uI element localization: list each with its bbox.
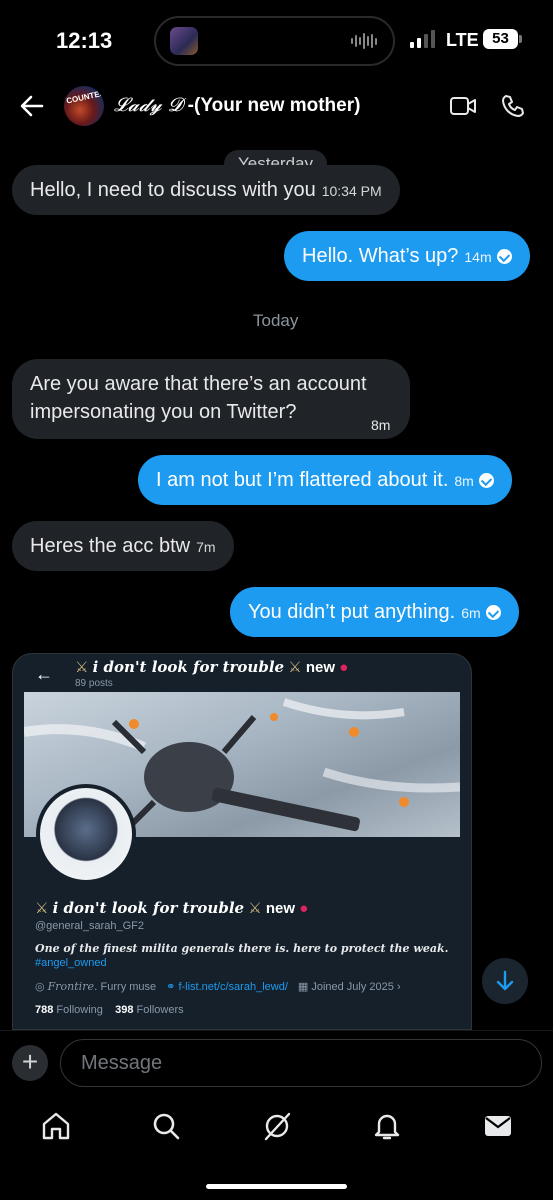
crossed-swords-icon: ⚔: [75, 659, 89, 676]
back-arrow-icon[interactable]: [18, 92, 46, 120]
profile-hashtag: #angel_owned: [35, 957, 107, 969]
profile-header-title: ⚔ 𝒊 𝒅𝒐𝒏'𝒕 𝒍𝒐𝒐𝒌 𝒇𝒐𝒓 𝒕𝒓𝒐𝒖𝒃𝒍𝒆 ⚔ new ●: [75, 658, 348, 676]
message-text: Hello. What’s up?: [302, 245, 459, 267]
message-outgoing[interactable]: You didn’t put anything. 6m: [230, 587, 519, 637]
dynamic-island: [154, 16, 395, 66]
message-text: Heres the acc btw: [30, 535, 191, 557]
message-time: 7m: [196, 539, 216, 555]
message-outgoing[interactable]: Hello. What’s up? 14m: [284, 231, 530, 281]
audio-wave-icon: [351, 33, 377, 49]
message-time: 10:34 PM: [321, 183, 382, 199]
profile-name-suffix: new: [305, 659, 336, 676]
date-divider-today: Today: [253, 311, 299, 330]
status-time: 12:13: [56, 28, 113, 53]
read-check-icon: [485, 605, 501, 620]
profile-joined: ▦ Joined July 2025 ›: [297, 981, 401, 993]
message-text: Hello, I need to discuss with you: [30, 179, 316, 201]
contact-name-rest: -(Your new mother): [182, 95, 361, 116]
contact-avatar[interactable]: COUNTESS: [64, 86, 104, 126]
home-icon[interactable]: [40, 1110, 72, 1142]
message-text-line2: impersonating you on Twitter?: [30, 401, 297, 423]
message-outgoing[interactable]: I am not but I’m flattered about it. 8m: [138, 455, 512, 505]
now-playing-thumbnail: [170, 27, 198, 55]
profile-avatar: [36, 784, 136, 884]
network-type: LTE: [446, 30, 479, 50]
profile-post-count: 89 posts: [75, 678, 113, 689]
chat-header: COUNTESS 𝓛𝓪𝓭𝔂 𝓓 -(Your new mother): [0, 84, 553, 132]
message-input[interactable]: [60, 1039, 542, 1087]
message-text: You didn’t put anything.: [248, 601, 456, 623]
profile-name-fancy: 𝒊 𝒅𝒐𝒏'𝒕 𝒍𝒐𝒐𝒌 𝒇𝒐𝒓 𝒕𝒓𝒐𝒖𝒃𝒍𝒆: [52, 899, 245, 917]
shared-image-message[interactable]: ← ⚔ 𝒊 𝒅𝒐𝒏'𝒕 𝒍𝒐𝒐𝒌 𝒇𝒐𝒓 𝒕𝒓𝒐𝒖𝒃𝒍𝒆 ⚔ new ● 89 …: [12, 653, 472, 1030]
grok-icon[interactable]: [261, 1110, 293, 1142]
message-incoming[interactable]: Are you aware that there’s an account im…: [12, 359, 410, 439]
message-incoming[interactable]: Hello, I need to discuss with you 10:34 P…: [12, 165, 400, 215]
battery-level: 53: [483, 29, 518, 49]
avatar-text: COUNTESS: [65, 87, 104, 106]
message-text: I am not but I’m flattered about it.: [156, 469, 449, 491]
profile-display-name: ⚔ 𝒊 𝒅𝒐𝒏'𝒕 𝒍𝒐𝒐𝒌 𝒇𝒐𝒓 𝒕𝒓𝒐𝒖𝒃𝒍𝒆 ⚔ new ●: [35, 899, 308, 917]
profile-name-suffix: new: [265, 900, 296, 917]
contact-name[interactable]: 𝓛𝓪𝓭𝔂 𝓓 -(Your new mother): [114, 94, 360, 117]
scroll-down-icon[interactable]: [482, 958, 528, 1004]
message-text-line1: Are you aware that there’s an account: [30, 373, 367, 395]
cellular-signal-icon: [410, 30, 435, 48]
bottom-navigation: [0, 1104, 553, 1154]
profile-location: ◎ Frontire. Furry muse: [35, 980, 157, 993]
profile-follow-counts: 788 Following 398 Followers: [35, 1004, 184, 1016]
plus-icon[interactable]: +: [12, 1045, 48, 1081]
pin-icon: ●: [339, 659, 349, 676]
messages-icon[interactable]: [482, 1110, 514, 1142]
message-time: 6m: [461, 605, 481, 621]
profile-link: ⚭ f-list.net/c/sarah_lewd/: [166, 981, 288, 993]
profile-meta-row: ◎ Frontire. Furry muse ⚭ f-list.net/c/sa…: [35, 980, 401, 993]
search-icon[interactable]: [150, 1110, 182, 1142]
message-incoming[interactable]: Heres the acc btw 7m: [12, 521, 234, 571]
message-time: 8m: [371, 417, 391, 433]
read-check-icon: [478, 473, 494, 488]
battery-icon: [519, 35, 522, 43]
message-time: 8m: [454, 473, 474, 489]
pin-icon: ●: [299, 900, 309, 917]
home-indicator[interactable]: [206, 1184, 347, 1189]
crossed-swords-icon: ⚔: [35, 900, 49, 917]
video-call-icon[interactable]: [449, 94, 477, 118]
profile-handle: @general_sarah_GF2: [35, 920, 145, 932]
crossed-swords-icon: ⚔: [248, 900, 262, 917]
notifications-icon[interactable]: [371, 1110, 403, 1142]
profile-name-fancy: 𝒊 𝒅𝒐𝒏'𝒕 𝒍𝒐𝒐𝒌 𝒇𝒐𝒓 𝒕𝒓𝒐𝒖𝒃𝒍𝒆: [92, 658, 285, 676]
status-bar: 12:13 LTE 53: [0, 0, 553, 84]
phone-icon[interactable]: [500, 93, 526, 119]
read-check-icon: [496, 249, 512, 264]
contact-name-fancy: 𝓛𝓪𝓭𝔂 𝓓: [114, 94, 183, 116]
crossed-swords-icon: ⚔: [288, 659, 302, 676]
profile-bio: One of the finest milita generals there …: [35, 942, 449, 955]
message-time: 14m: [464, 249, 492, 265]
profile-back-arrow-icon: ←: [35, 664, 53, 684]
